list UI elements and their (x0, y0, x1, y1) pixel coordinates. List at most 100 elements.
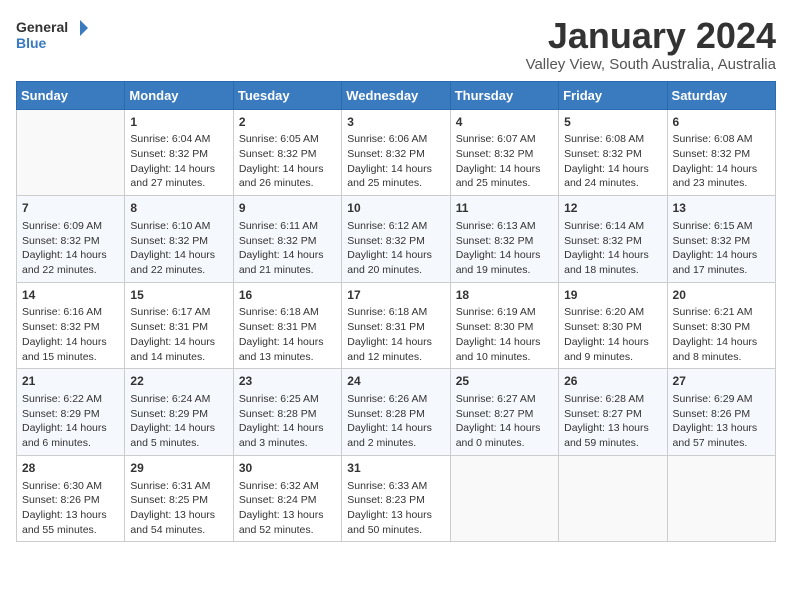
day-number: 8 (130, 200, 227, 217)
day-info: Sunrise: 6:26 AMSunset: 8:28 PMDaylight:… (347, 392, 444, 451)
calendar-cell: 24 Sunrise: 6:26 AMSunset: 8:28 PMDayligh… (342, 369, 450, 456)
day-number: 13 (673, 200, 770, 217)
calendar-cell: 28 Sunrise: 6:30 AMSunset: 8:26 PMDayligh… (17, 455, 125, 542)
calendar-cell: 3Sunrise: 6:06 AMSunset: 8:32 PMDaylight… (342, 109, 450, 196)
calendar-cell: 30 Sunrise: 6:32 AMSunset: 8:24 PMDayligh… (233, 455, 341, 542)
day-number: 15 (130, 287, 227, 304)
day-of-week-header: Monday (125, 81, 233, 109)
day-number: 16 (239, 287, 336, 304)
day-info: Sunrise: 6:33 AMSunset: 8:23 PMDaylight:… (347, 479, 444, 538)
day-info: Sunrise: 6:25 AMSunset: 8:28 PMDaylight:… (239, 392, 336, 451)
calendar-cell: 27 Sunrise: 6:29 AMSunset: 8:26 PMDayligh… (667, 369, 775, 456)
day-number: 31 (347, 460, 444, 477)
day-of-week-header: Tuesday (233, 81, 341, 109)
day-info: Sunrise: 6:04 AMSunset: 8:32 PMDaylight:… (130, 132, 227, 191)
calendar-cell: 12Sunrise: 6:14 AMSunset: 8:32 PMDayligh… (559, 196, 667, 283)
calendar-week-row: 21 Sunrise: 6:22 AMSunset: 8:29 PMDayligh… (17, 369, 776, 456)
calendar-cell (667, 455, 775, 542)
day-info: Sunrise: 6:19 AMSunset: 8:30 PMDaylight:… (456, 305, 553, 364)
day-of-week-header: Sunday (17, 81, 125, 109)
calendar-header-row: SundayMondayTuesdayWednesdayThursdayFrid… (17, 81, 776, 109)
calendar-cell: 20Sunrise: 6:21 AMSunset: 8:30 PMDayligh… (667, 282, 775, 369)
calendar-cell: 18Sunrise: 6:19 AMSunset: 8:30 PMDayligh… (450, 282, 558, 369)
calendar-cell: 19Sunrise: 6:20 AMSunset: 8:30 PMDayligh… (559, 282, 667, 369)
calendar-cell: 2Sunrise: 6:05 AMSunset: 8:32 PMDaylight… (233, 109, 341, 196)
day-number: 17 (347, 287, 444, 304)
day-number: 4 (456, 114, 553, 131)
day-info: Sunrise: 6:10 AMSunset: 8:32 PMDaylight:… (130, 219, 227, 278)
day-number: 14 (22, 287, 119, 304)
day-info: Sunrise: 6:28 AMSunset: 8:27 PMDaylight:… (564, 392, 661, 451)
day-number: 6 (673, 114, 770, 131)
calendar-cell: 25 Sunrise: 6:27 AMSunset: 8:27 PMDayligh… (450, 369, 558, 456)
day-info: Sunrise: 6:07 AMSunset: 8:32 PMDaylight:… (456, 132, 553, 191)
calendar-cell: 8 Sunrise: 6:10 AMSunset: 8:32 PMDaylight… (125, 196, 233, 283)
day-info: Sunrise: 6:05 AMSunset: 8:32 PMDaylight:… (239, 132, 336, 191)
day-number: 22 (130, 373, 227, 390)
day-number: 18 (456, 287, 553, 304)
day-info: Sunrise: 6:31 AMSunset: 8:25 PMDaylight:… (130, 479, 227, 538)
calendar-cell: 11 Sunrise: 6:13 AMSunset: 8:32 PMDayligh… (450, 196, 558, 283)
day-number: 30 (239, 460, 336, 477)
title-section: January 2024 Valley View, South Australi… (526, 16, 776, 73)
svg-text:General: General (16, 19, 68, 35)
calendar-cell: 29Sunrise: 6:31 AMSunset: 8:25 PMDayligh… (125, 455, 233, 542)
day-info: Sunrise: 6:17 AMSunset: 8:31 PMDaylight:… (130, 305, 227, 364)
calendar-table: SundayMondayTuesdayWednesdayThursdayFrid… (16, 81, 776, 543)
day-number: 19 (564, 287, 661, 304)
day-number: 7 (22, 200, 119, 217)
calendar-cell: 21 Sunrise: 6:22 AMSunset: 8:29 PMDayligh… (17, 369, 125, 456)
day-info: Sunrise: 6:14 AMSunset: 8:32 PMDaylight:… (564, 219, 661, 278)
day-number: 10 (347, 200, 444, 217)
day-number: 27 (673, 373, 770, 390)
day-number: 25 (456, 373, 553, 390)
day-number: 23 (239, 373, 336, 390)
calendar-cell: 17Sunrise: 6:18 AMSunset: 8:31 PMDayligh… (342, 282, 450, 369)
day-info: Sunrise: 6:30 AMSunset: 8:26 PMDaylight:… (22, 479, 119, 538)
calendar-week-row: 7Sunrise: 6:09 AMSunset: 8:32 PMDaylight… (17, 196, 776, 283)
day-info: Sunrise: 6:29 AMSunset: 8:26 PMDaylight:… (673, 392, 770, 451)
calendar-cell (17, 109, 125, 196)
calendar-cell: 6Sunrise: 6:08 AMSunset: 8:32 PMDaylight… (667, 109, 775, 196)
day-info: Sunrise: 6:06 AMSunset: 8:32 PMDaylight:… (347, 132, 444, 191)
day-number: 21 (22, 373, 119, 390)
day-info: Sunrise: 6:08 AMSunset: 8:32 PMDaylight:… (673, 132, 770, 191)
day-info: Sunrise: 6:18 AMSunset: 8:31 PMDaylight:… (347, 305, 444, 364)
calendar-cell: 23 Sunrise: 6:25 AMSunset: 8:28 PMDayligh… (233, 369, 341, 456)
day-number: 2 (239, 114, 336, 131)
day-info: Sunrise: 6:22 AMSunset: 8:29 PMDaylight:… (22, 392, 119, 451)
logo: General Blue (16, 16, 96, 60)
calendar-cell: 22 Sunrise: 6:24 AMSunset: 8:29 PMDayligh… (125, 369, 233, 456)
calendar-subtitle: Valley View, South Australia, Australia (526, 56, 776, 73)
day-number: 3 (347, 114, 444, 131)
calendar-week-row: 1Sunrise: 6:04 AMSunset: 8:32 PMDaylight… (17, 109, 776, 196)
day-of-week-header: Saturday (667, 81, 775, 109)
day-number: 20 (673, 287, 770, 304)
calendar-cell: 9Sunrise: 6:11 AMSunset: 8:32 PMDaylight… (233, 196, 341, 283)
calendar-cell: 13 Sunrise: 6:15 AMSunset: 8:32 PMDayligh… (667, 196, 775, 283)
day-number: 11 (456, 200, 553, 217)
calendar-cell: 7Sunrise: 6:09 AMSunset: 8:32 PMDaylight… (17, 196, 125, 283)
day-info: Sunrise: 6:16 AMSunset: 8:32 PMDaylight:… (22, 305, 119, 364)
calendar-cell: 31 Sunrise: 6:33 AMSunset: 8:23 PMDayligh… (342, 455, 450, 542)
day-number: 24 (347, 373, 444, 390)
day-number: 28 (22, 460, 119, 477)
calendar-week-row: 28 Sunrise: 6:30 AMSunset: 8:26 PMDayligh… (17, 455, 776, 542)
calendar-cell: 10Sunrise: 6:12 AMSunset: 8:32 PMDayligh… (342, 196, 450, 283)
day-info: Sunrise: 6:13 AMSunset: 8:32 PMDaylight:… (456, 219, 553, 278)
day-number: 26 (564, 373, 661, 390)
logo-icon: General Blue (16, 16, 96, 60)
calendar-cell: 16Sunrise: 6:18 AMSunset: 8:31 PMDayligh… (233, 282, 341, 369)
day-info: Sunrise: 6:11 AMSunset: 8:32 PMDaylight:… (239, 219, 336, 278)
day-info: Sunrise: 6:24 AMSunset: 8:29 PMDaylight:… (130, 392, 227, 451)
calendar-cell (559, 455, 667, 542)
day-of-week-header: Thursday (450, 81, 558, 109)
calendar-week-row: 14Sunrise: 6:16 AMSunset: 8:32 PMDayligh… (17, 282, 776, 369)
calendar-cell: 4Sunrise: 6:07 AMSunset: 8:32 PMDaylight… (450, 109, 558, 196)
calendar-cell (450, 455, 558, 542)
day-info: Sunrise: 6:27 AMSunset: 8:27 PMDaylight:… (456, 392, 553, 451)
day-info: Sunrise: 6:15 AMSunset: 8:32 PMDaylight:… (673, 219, 770, 278)
day-info: Sunrise: 6:21 AMSunset: 8:30 PMDaylight:… (673, 305, 770, 364)
calendar-title: January 2024 (526, 16, 776, 56)
day-info: Sunrise: 6:32 AMSunset: 8:24 PMDaylight:… (239, 479, 336, 538)
